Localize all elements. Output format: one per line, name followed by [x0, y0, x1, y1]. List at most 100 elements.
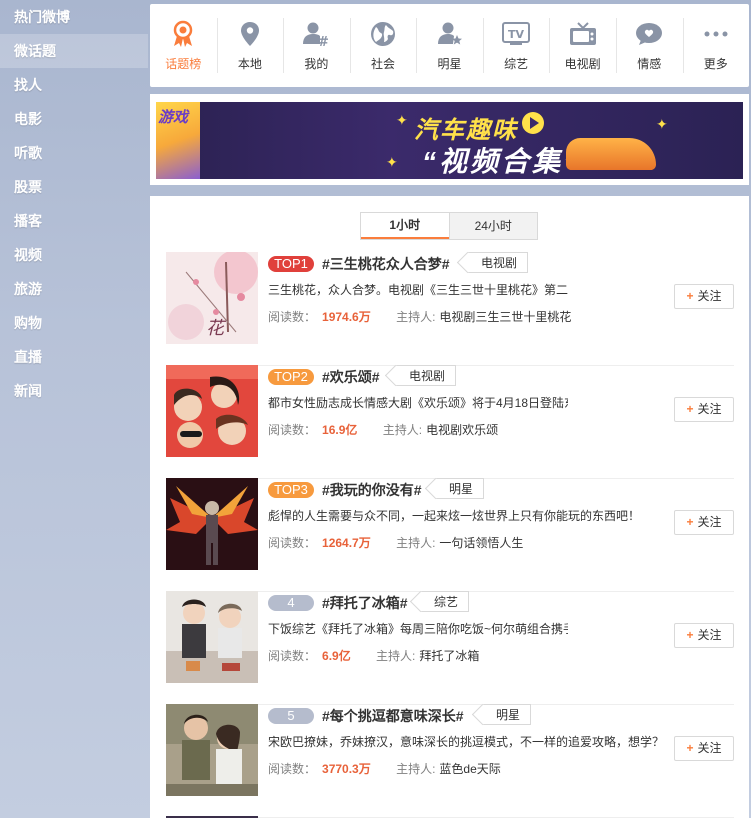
tab-local-label: 本地: [237, 56, 262, 71]
nav-item-music[interactable]: 听歌: [0, 136, 148, 170]
plus-icon: +: [686, 402, 694, 416]
tab-24-hours[interactable]: 24小时: [448, 213, 537, 239]
follow-button[interactable]: + 关注: [674, 284, 734, 309]
tab-society-label: 社会: [370, 56, 395, 71]
follow-button[interactable]: + 关注: [674, 623, 734, 648]
topic-thumbnail[interactable]: [166, 365, 258, 457]
topic-description: 宋欧巴撩妹，乔妹撩汉，意味深长的挑逗模式，不一样的追爱攻略，想学？: [268, 735, 665, 749]
rank-badge: 4: [268, 595, 314, 611]
tab-emotion[interactable]: 情感: [615, 4, 683, 87]
follow-label: 关注: [697, 289, 722, 303]
topic-meta: 阅读数： 16.9亿 主持人: 电视剧欢乐颂: [268, 421, 498, 438]
topic-title[interactable]: #我玩的你没有#: [322, 480, 422, 500]
topic-title[interactable]: #拜托了冰箱#: [322, 593, 408, 613]
host-label: 主持人: 一句话领悟人生: [396, 536, 523, 550]
topic-thumbnail[interactable]: [166, 704, 258, 796]
nav-item-movies[interactable]: 电影: [0, 102, 148, 136]
read-count-value: 3770.3万: [322, 762, 371, 776]
banner-game-text: 游戏: [158, 109, 189, 126]
follow-button[interactable]: + 关注: [674, 397, 734, 422]
tv-icon: TV: [502, 20, 531, 48]
topic-thumbnail[interactable]: 花: [166, 252, 258, 344]
tab-stars-label: 明星: [437, 56, 462, 71]
nav-item-travel[interactable]: 旅游: [0, 272, 148, 306]
read-count-label: 阅读数：: [268, 310, 317, 324]
tab-society[interactable]: 社会: [349, 4, 417, 87]
topic-list-panel: 1小时 24小时 花 TOP1 #三生桃花众人合梦# 电视剧 三生桃花，众人合梦…: [150, 196, 749, 818]
tab-emotion-label: 情感: [637, 56, 662, 71]
tab-tv-drama[interactable]: 电视剧: [549, 4, 616, 87]
tab-mine[interactable]: # 我的: [283, 4, 350, 87]
topic-meta: 阅读数： 1974.6万 主持人: 电视剧三生三世十里桃花: [268, 308, 571, 325]
follow-button[interactable]: + 关注: [674, 736, 734, 761]
nav-item-topics[interactable]: 微话题: [0, 34, 148, 68]
topic-meta: 阅读数： 1264.7万 主持人: 一句话领悟人生: [268, 534, 523, 551]
svg-text:#: #: [318, 35, 329, 47]
host-name[interactable]: 电视剧欢乐颂: [426, 423, 498, 437]
read-count-label: 阅读数：: [268, 536, 317, 550]
topic-description: 都市女性励志成长情感大剧《欢乐颂》将于4月18日登陆东方卫视、浙江卫...: [268, 396, 568, 410]
host-label: 主持人: 电视剧三生三世十里桃花: [396, 310, 571, 324]
category-tag[interactable]: 电视剧: [395, 365, 457, 386]
tab-more[interactable]: 更多: [682, 4, 750, 87]
host-name[interactable]: 蓝色de天际: [439, 762, 500, 776]
read-count-value: 1974.6万: [322, 310, 371, 324]
play-icon: [522, 112, 544, 134]
host-label-text: 主持人:: [376, 649, 416, 663]
category-tag[interactable]: 明星: [435, 478, 485, 499]
left-nav: 热门微博 微话题 找人 电影 听歌 股票 播客 视频 旅游 购物 直播 新闻: [0, 0, 148, 408]
nav-item-hot-weibo[interactable]: 热门微博: [0, 0, 148, 34]
host-label-text: 主持人:: [382, 423, 423, 437]
rank-badge: TOP3: [268, 482, 314, 498]
topic-row: 花 TOP1 #三生桃花众人合梦# 电视剧 三生桃花，众人合梦。电视剧《三生三世…: [166, 252, 734, 366]
follow-button[interactable]: + 关注: [674, 510, 734, 535]
topic-meta: 阅读数： 6.9亿 主持人: 拜托了冰箱: [268, 647, 479, 664]
topic-title[interactable]: #欢乐颂#: [322, 367, 380, 387]
nav-item-live[interactable]: 直播: [0, 340, 148, 374]
topic-row: 4 #拜托了冰箱# 综艺 下饭综艺《拜托了冰箱》每周三陪你吃饭~何尔萌组合携手冰…: [166, 591, 734, 705]
svg-text:花: 花: [206, 318, 227, 339]
more-dots-icon: [702, 20, 730, 48]
host-name[interactable]: 一句话领悟人生: [439, 536, 523, 550]
topic-row: TOP2 #欢乐颂# 电视剧 都市女性励志成长情感大剧《欢乐颂》将于4月18日登…: [166, 365, 734, 479]
banner-container: 游戏 汽车趣味 “视频合集” ✦ ✦ ✦: [150, 94, 749, 185]
plus-icon: +: [686, 741, 694, 755]
host-label-text: 主持人:: [396, 536, 436, 550]
nav-item-podcast[interactable]: 播客: [0, 204, 148, 238]
plus-icon: +: [686, 515, 694, 529]
tab-topic-rank-label: 话题榜: [165, 56, 202, 71]
tab-more-label: 更多: [703, 56, 728, 71]
nav-item-stocks[interactable]: 股票: [0, 170, 148, 204]
tab-topic-rank[interactable]: 话题榜: [150, 4, 217, 87]
category-tag[interactable]: 综艺: [420, 591, 470, 612]
host-label: 主持人: 拜托了冰箱: [376, 649, 479, 663]
follow-label: 关注: [697, 628, 722, 642]
rank-badge: TOP2: [268, 369, 314, 385]
nav-item-news[interactable]: 新闻: [0, 374, 148, 408]
topic-title[interactable]: #每个挑逗都意味深长#: [322, 706, 464, 726]
tab-1-hour[interactable]: 1小时: [361, 213, 449, 239]
host-name[interactable]: 拜托了冰箱: [419, 649, 479, 663]
tab-variety[interactable]: TV 综艺: [482, 4, 550, 87]
nav-item-shopping[interactable]: 购物: [0, 306, 148, 340]
topic-thumbnail[interactable]: [166, 591, 258, 683]
tab-local[interactable]: 本地: [216, 4, 284, 87]
host-name[interactable]: 电视剧三生三世十里桃花: [439, 310, 571, 324]
host-label-text: 主持人:: [396, 310, 436, 324]
nav-item-video[interactable]: 视频: [0, 238, 148, 272]
read-count-value: 16.9亿: [322, 423, 358, 437]
tab-stars[interactable]: 明星: [416, 4, 483, 87]
topic-title[interactable]: #三生桃花众人合梦#: [322, 254, 450, 274]
tv-set-icon: [569, 20, 597, 48]
category-tag[interactable]: 电视剧: [467, 252, 529, 273]
topic-description: 彪悍的人生需要与众不同，一起来炫一炫世界上只有你能玩的东西吧！: [268, 509, 641, 523]
banner-ad[interactable]: 游戏 汽车趣味 “视频合集” ✦ ✦ ✦: [156, 102, 743, 179]
rank-badge: TOP1: [268, 256, 314, 272]
category-tag[interactable]: 明星: [482, 704, 532, 725]
tab-variety-label: 综艺: [504, 56, 529, 71]
read-count-label: 阅读数：: [268, 649, 317, 663]
car-illustration: [566, 138, 656, 170]
nav-item-find-people[interactable]: 找人: [0, 68, 148, 102]
topic-thumbnail[interactable]: [166, 478, 258, 570]
location-pin-icon: [236, 20, 264, 48]
